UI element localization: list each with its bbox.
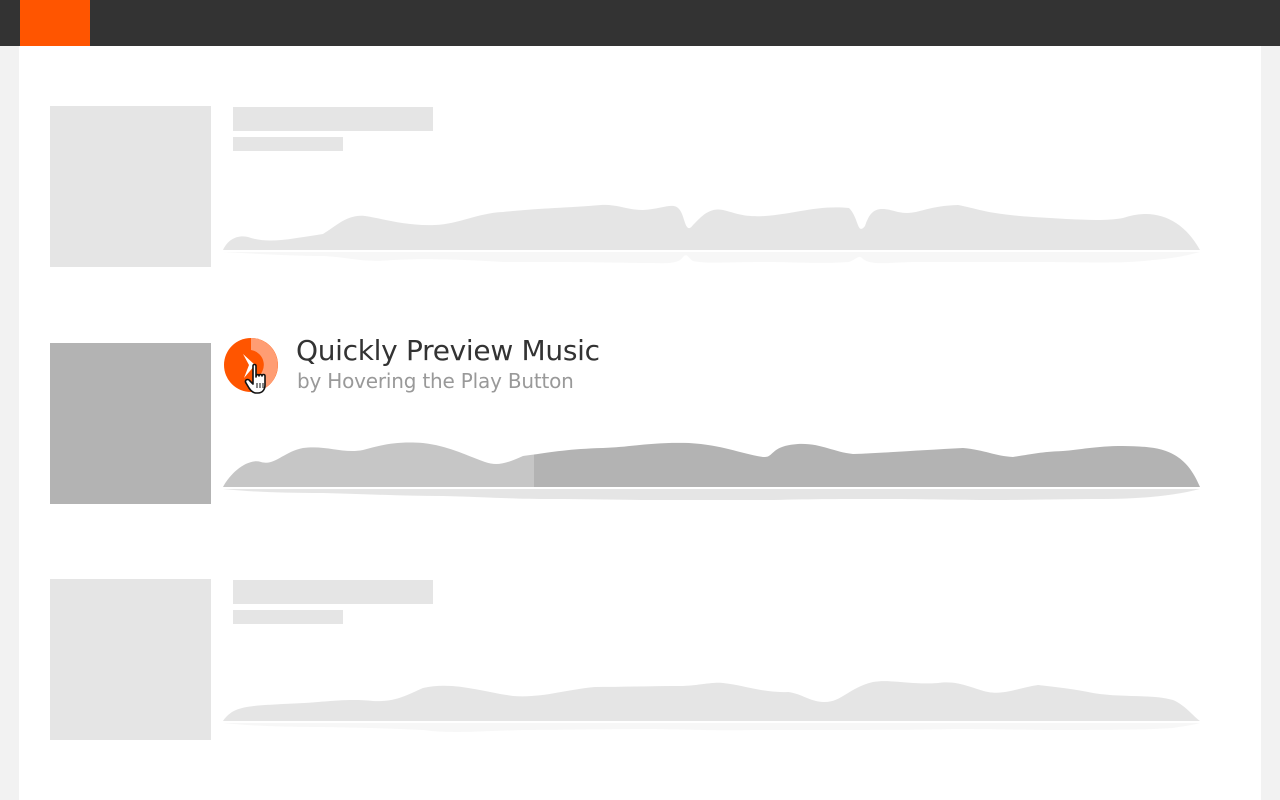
track-artist-placeholder <box>233 137 343 151</box>
track-item: Quickly Preview Music by Hovering the Pl… <box>19 334 1261 505</box>
track-artwork-placeholder <box>50 579 211 740</box>
track-title-placeholder <box>233 580 433 604</box>
play-icon[interactable] <box>222 336 280 394</box>
track-item <box>19 106 1261 268</box>
track-artwork-placeholder <box>50 106 211 267</box>
feature-title: Quickly Preview Music <box>296 334 600 367</box>
stream-content: Quickly Preview Music by Hovering the Pl… <box>19 46 1261 800</box>
waveform[interactable] <box>223 678 1200 743</box>
waveform[interactable] <box>223 203 1200 268</box>
track-artist-placeholder <box>233 610 343 624</box>
logo-icon[interactable] <box>20 0 90 46</box>
top-nav-bar <box>0 0 1280 46</box>
feature-subtitle: by Hovering the Play Button <box>297 369 574 393</box>
track-item <box>19 579 1261 741</box>
track-title-placeholder <box>233 107 433 131</box>
waveform-playing[interactable] <box>223 440 1200 505</box>
track-artwork[interactable] <box>50 343 211 504</box>
